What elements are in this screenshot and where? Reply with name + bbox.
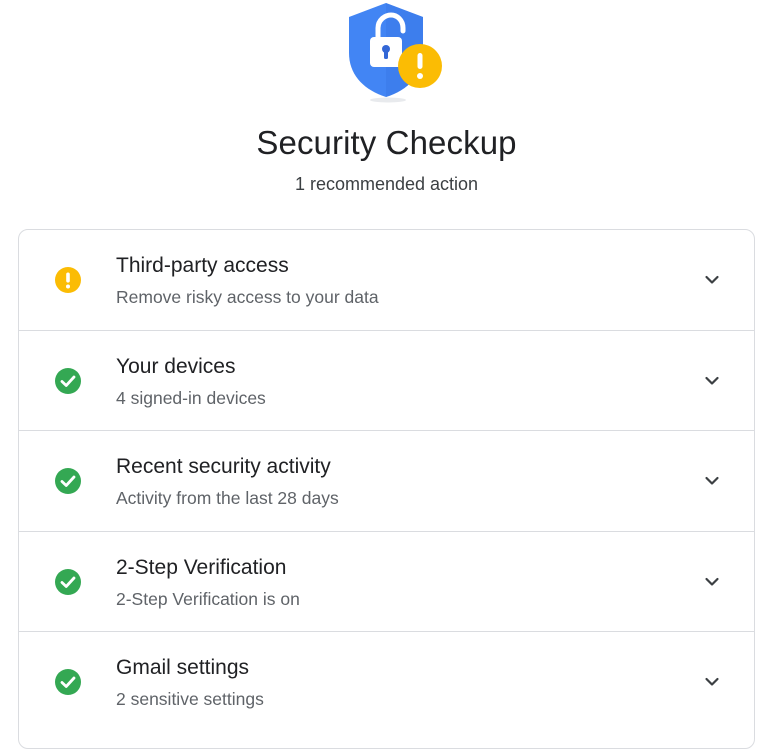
list-item-2-step-verification[interactable]: 2-Step Verification 2-Step Verification … — [19, 532, 754, 632]
chevron-down-icon[interactable] — [700, 469, 724, 493]
check-circle-icon — [55, 468, 81, 494]
chevron-down-icon[interactable] — [700, 268, 724, 292]
chevron-down-icon[interactable] — [700, 670, 724, 694]
list-item-third-party-access[interactable]: Third-party access Remove risky access t… — [19, 230, 754, 331]
item-subtitle: 4 signed-in devices — [116, 387, 266, 408]
check-circle-icon — [55, 568, 81, 595]
item-title: Gmail settings — [116, 656, 250, 679]
page-title: Security Checkup — [256, 124, 517, 161]
check-circle-icon — [55, 367, 81, 394]
item-title: 2-Step Verification — [116, 555, 287, 579]
warning-icon — [55, 267, 81, 293]
item-subtitle: Activity from the last 28 days — [116, 488, 339, 508]
page-subtitle: 1 recommended action — [294, 174, 479, 194]
list-item-recent-security-activity[interactable]: Recent security activity Activity from t… — [19, 431, 754, 532]
header: Security Checkup 1 recommended action — [0, 0, 773, 210]
security-checkup-list: Third-party access Remove risky access t… — [18, 229, 755, 749]
check-circle-icon — [55, 669, 81, 695]
shield-unlocked-warning-icon — [349, 3, 442, 103]
item-title: Recent security activity — [116, 455, 331, 478]
item-title: Your devices — [116, 354, 236, 378]
item-subtitle: 2 sensitive settings — [116, 689, 264, 709]
chevron-down-icon[interactable] — [700, 570, 724, 594]
item-subtitle: 2-Step Verification is on — [116, 588, 300, 609]
list-item-gmail-settings[interactable]: Gmail settings 2 sensitive settings — [19, 632, 754, 733]
list-item-your-devices[interactable]: Your devices 4 signed-in devices — [19, 331, 754, 431]
item-title: Third-party access — [116, 254, 289, 277]
chevron-down-icon[interactable] — [700, 369, 724, 393]
item-subtitle: Remove risky access to your data — [116, 287, 379, 307]
